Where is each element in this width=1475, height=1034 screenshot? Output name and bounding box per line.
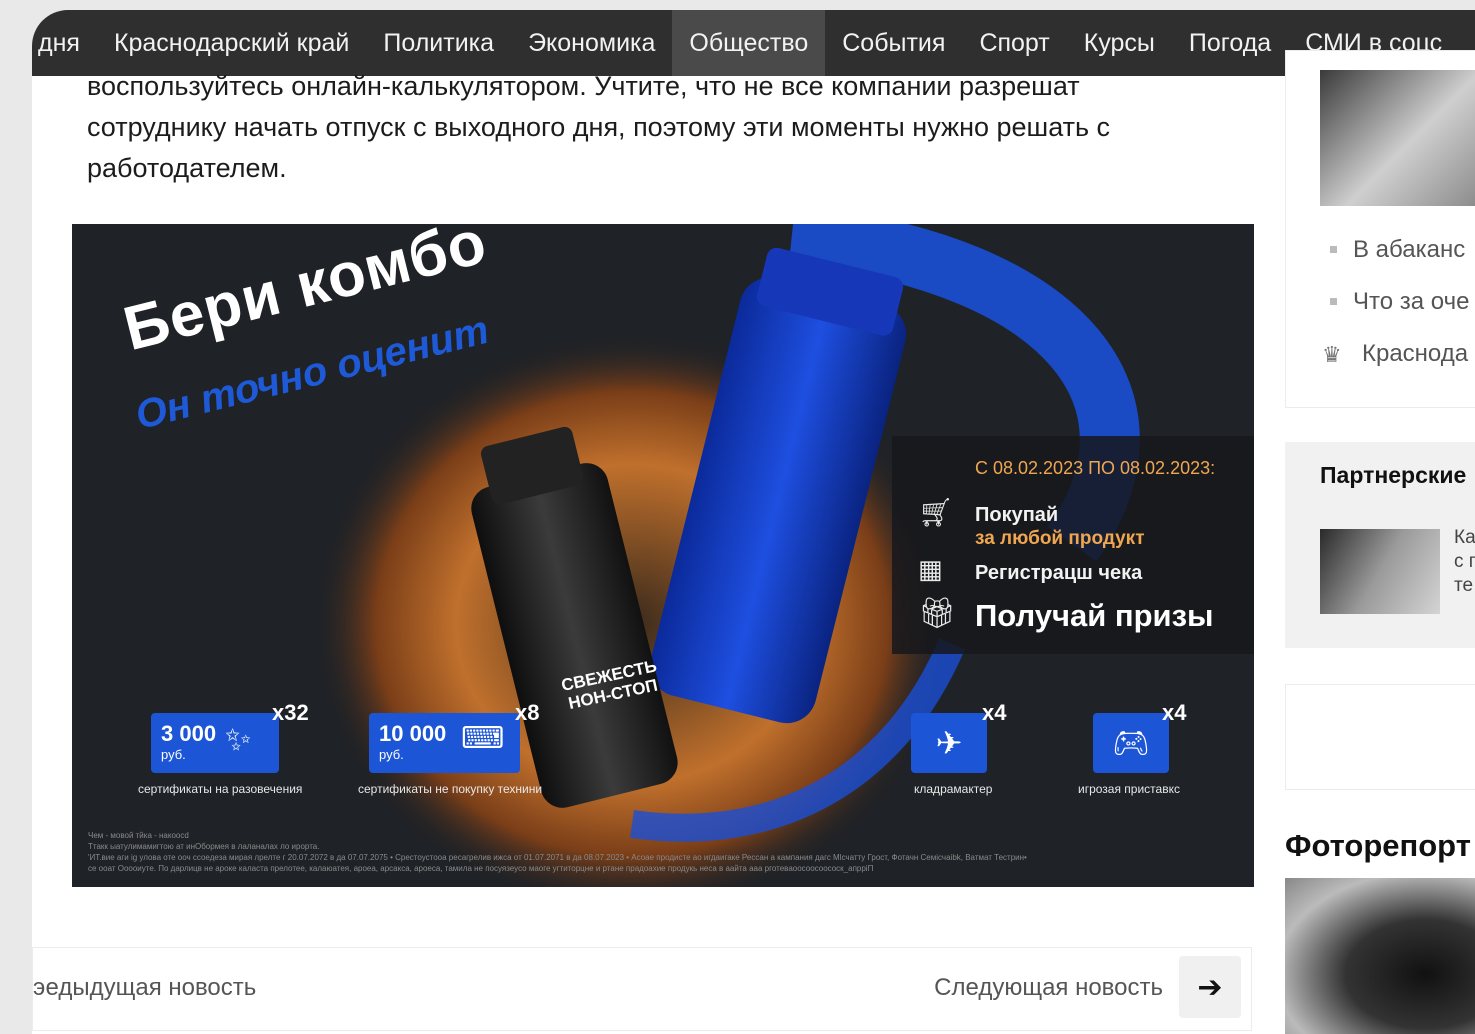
page: дня Краснодарский край Политика Экономик… bbox=[32, 10, 1475, 1034]
partners-title: Партнерские bbox=[1320, 462, 1467, 488]
news-navigation: эедыдущая новость Следующая новость ➔ bbox=[32, 947, 1252, 1031]
sidebar-news-item-3[interactable]: Краснода bbox=[1362, 340, 1468, 368]
article-paragraph: воспользуйтесь онлайн-калькулятором. Учт… bbox=[87, 71, 1111, 183]
list-bullet bbox=[1330, 246, 1337, 253]
prize-currency: руб. bbox=[161, 747, 186, 762]
crest-icon: ♛ bbox=[1322, 342, 1342, 367]
partner-news-image[interactable] bbox=[1320, 529, 1440, 614]
prize-label-tech: сертификаты не покупку технини bbox=[358, 782, 543, 796]
promo-step-buy: Покупай bbox=[975, 504, 1059, 526]
prize-multiplier-x8: x8 bbox=[515, 700, 540, 725]
partner-text-line: те bbox=[1454, 575, 1474, 596]
sidebar-news-item-1[interactable]: В абаканс bbox=[1353, 236, 1465, 264]
ad-banner[interactable]: Бери комбо Он точно оценит СВЕЖЕСТЬ НОН-… bbox=[72, 224, 1254, 887]
promo-dates: С 08.02.2023 ПО 08.02.2023: bbox=[975, 458, 1216, 478]
drone-icon: ✈︎ bbox=[935, 725, 963, 761]
prize-amount-3000: 3 000 bbox=[161, 721, 217, 746]
sidebar-news-item-2[interactable]: Что за оче bbox=[1353, 288, 1469, 316]
keyboard-mouse-icon: ⌨︎ bbox=[461, 722, 505, 755]
partner-text-line: Ка bbox=[1454, 527, 1475, 548]
next-news-button[interactable]: ➔ bbox=[1179, 956, 1241, 1018]
prize-amount-10000: 10 000 bbox=[379, 721, 447, 746]
prize-box-10000: 10 000 руб. ⌨︎ bbox=[369, 713, 520, 773]
prev-news-link[interactable]: эедыдущая новость bbox=[33, 974, 256, 1002]
arrow-right-icon: ➔ bbox=[1197, 970, 1223, 1004]
promo-step-prizes: Получай призы bbox=[975, 598, 1214, 633]
promo-step-register: Регистрацш чека bbox=[975, 562, 1143, 584]
prize-label-drone: кладрамактер bbox=[914, 782, 993, 796]
partner-text-line: с г bbox=[1454, 551, 1475, 572]
prize-multiplier-x32: x32 bbox=[272, 700, 309, 725]
next-news-link[interactable]: Следующая новость bbox=[934, 974, 1163, 1002]
gamepad-icon: 🎮︎ bbox=[1111, 726, 1151, 760]
cart-icon: 🛒︎ bbox=[918, 497, 954, 528]
prize-multiplier-console: x4 bbox=[1162, 700, 1187, 725]
qr-code-icon: ▦ bbox=[918, 554, 943, 584]
banner-fineprint: Чем - мовой тйка - накоосd Ттакк ыатулим… bbox=[88, 831, 1027, 873]
prize-box-3000: 3 000 руб. ✨︎ bbox=[151, 713, 279, 773]
promo-step-buy-sub: за любой продукт bbox=[975, 528, 1145, 549]
prize-currency: руб. bbox=[379, 747, 404, 762]
prize-label-entertainment: сертификаты на разовечения bbox=[138, 782, 303, 796]
prize-label-console: игрозая приставкс bbox=[1078, 782, 1180, 796]
prize-multiplier-drone: x4 bbox=[982, 700, 1007, 725]
prize-box-drone: ✈︎ bbox=[911, 713, 987, 773]
gift-icon: 🎁︎ bbox=[918, 597, 957, 630]
photo-report-title: Фоторепорт bbox=[1285, 828, 1471, 863]
list-bullet bbox=[1330, 298, 1337, 305]
fireworks-icon: ✨︎ bbox=[225, 721, 252, 757]
partner-news-text[interactable]: Ка с г те bbox=[1454, 526, 1475, 598]
sidebar-news-image[interactable] bbox=[1320, 70, 1475, 206]
sidebar-empty-card bbox=[1285, 684, 1475, 790]
prize-box-console: 🎮︎ bbox=[1093, 713, 1169, 773]
photo-report-image[interactable] bbox=[1285, 878, 1475, 1034]
